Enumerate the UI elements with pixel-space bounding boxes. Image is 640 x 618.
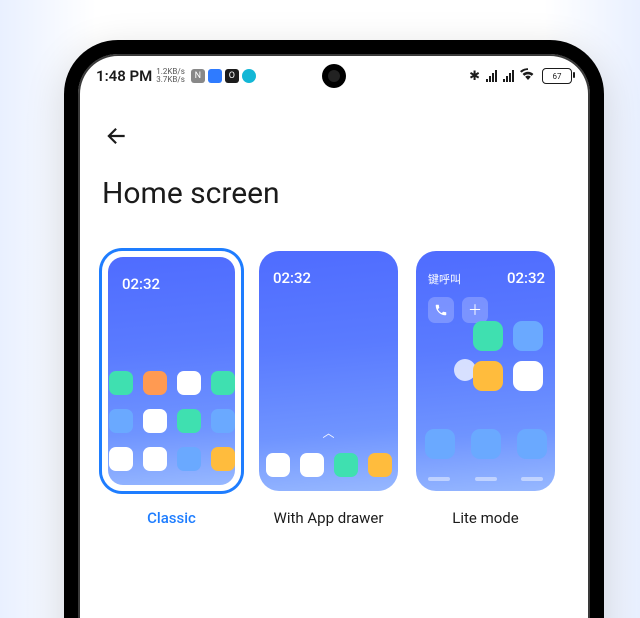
option-thumbnail: 02:32 bbox=[102, 251, 241, 491]
thumb-quick-tiles: ＋ bbox=[428, 297, 488, 323]
thumb-clock: 02:32 bbox=[507, 269, 545, 287]
signal-icon bbox=[486, 70, 497, 82]
option-thumbnail: 键呼叫 02:32 ＋ bbox=[416, 251, 555, 491]
option-classic[interactable]: 02:32 Classic bbox=[102, 251, 241, 527]
front-camera bbox=[322, 64, 346, 88]
app-chip-icon: O bbox=[225, 69, 239, 83]
thumb-icon-row bbox=[108, 409, 235, 433]
option-with-app-drawer[interactable]: 02:32 ︿ With App drawer bbox=[259, 251, 398, 527]
phone-frame: 1:48 PM 1.2KB/s3.7KB/s N O ✱ 67 bbox=[64, 40, 604, 618]
plus-icon: ＋ bbox=[462, 297, 488, 323]
thumb-icon-row bbox=[259, 453, 398, 477]
drawer-caret-icon: ︿ bbox=[323, 424, 335, 441]
bluetooth-icon: ✱ bbox=[469, 69, 480, 84]
telegram-icon bbox=[242, 69, 256, 83]
status-network-speed: 1.2KB/s3.7KB/s bbox=[156, 68, 185, 84]
thumb-navbar bbox=[428, 477, 543, 481]
option-label: Classic bbox=[102, 509, 241, 527]
signal-icon bbox=[503, 70, 514, 82]
thumb-icon-grid bbox=[473, 321, 543, 391]
thumb-icon-row bbox=[108, 447, 235, 471]
thumb-clock: 02:32 bbox=[122, 275, 160, 293]
thumb-cn-label: 键呼叫 bbox=[428, 271, 461, 287]
option-label: With App drawer bbox=[259, 509, 398, 527]
option-label: Lite mode bbox=[416, 509, 555, 527]
status-time: 1:48 PM bbox=[96, 67, 152, 85]
battery-icon: 67 bbox=[542, 68, 572, 84]
wifi-icon bbox=[520, 68, 536, 84]
app-chip-icon bbox=[208, 69, 222, 83]
layout-options: 02:32 Classic bbox=[102, 251, 566, 527]
arrow-left-icon bbox=[103, 123, 129, 149]
option-lite-mode[interactable]: 键呼叫 02:32 ＋ bbox=[416, 251, 555, 527]
thumb-clock: 02:32 bbox=[273, 269, 311, 287]
back-button[interactable] bbox=[98, 118, 134, 154]
device-mock-stage: 1:48 PM 1.2KB/s3.7KB/s N O ✱ 67 bbox=[0, 0, 640, 618]
page-title: Home screen bbox=[102, 176, 566, 211]
phone-icon bbox=[428, 297, 454, 323]
status-chip-group: N O bbox=[191, 69, 256, 83]
nfc-icon: N bbox=[191, 69, 205, 83]
option-thumbnail: 02:32 ︿ bbox=[259, 251, 398, 491]
thumb-icon-row bbox=[108, 371, 235, 395]
thumb-dock-row bbox=[416, 429, 555, 459]
